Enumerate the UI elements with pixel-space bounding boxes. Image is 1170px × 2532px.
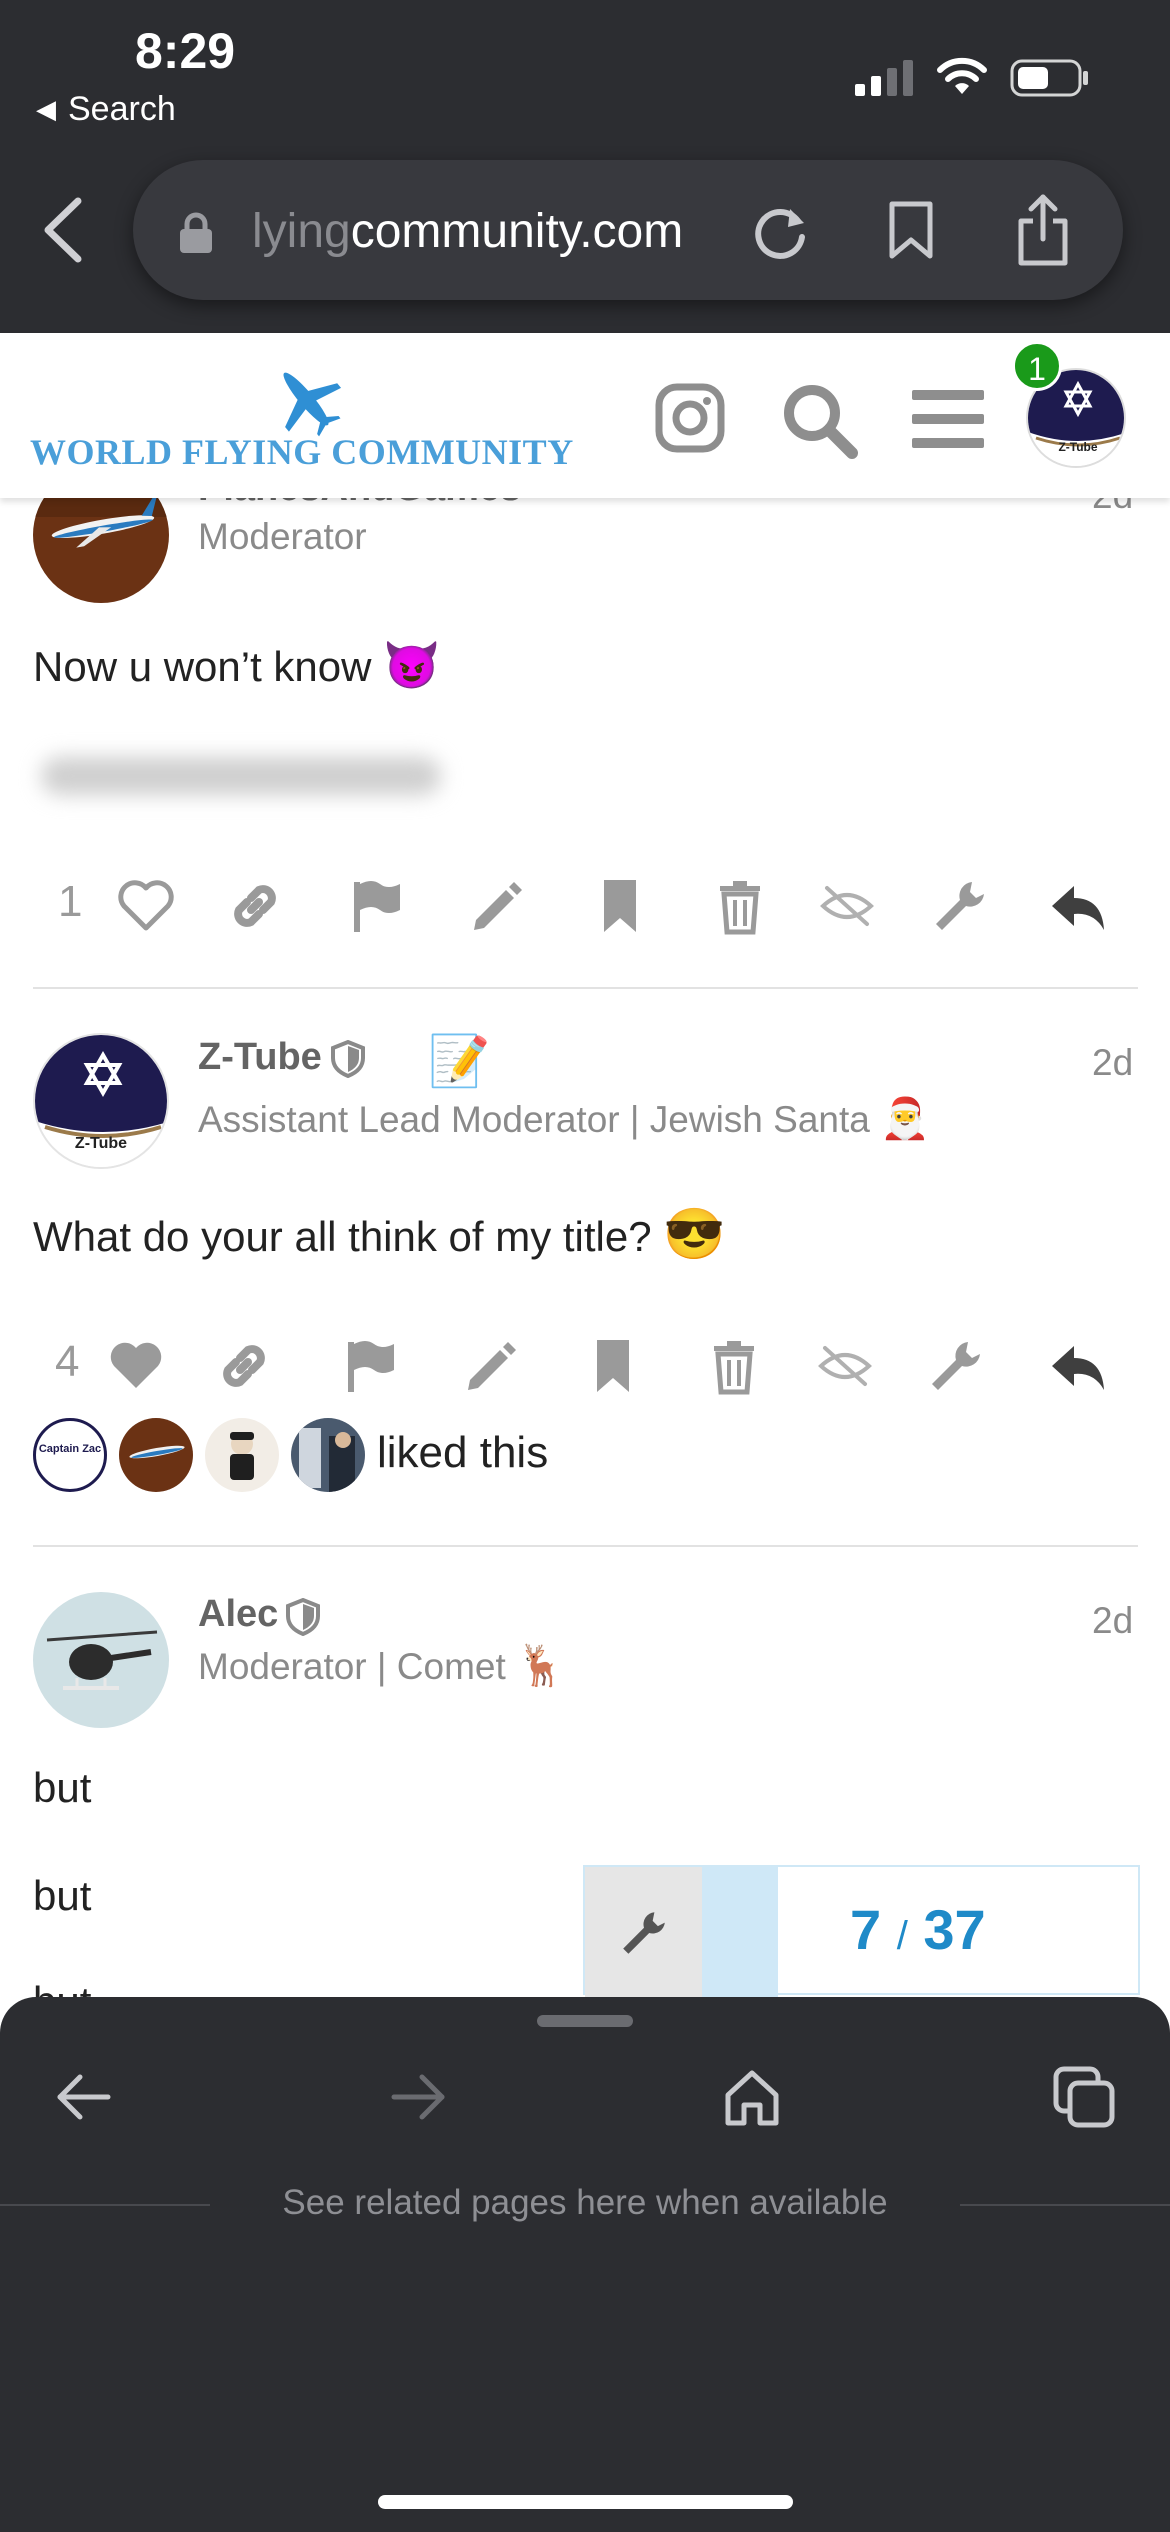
liker-avatar-label: Captain Zac [38, 1443, 102, 1455]
reply-icon[interactable] [1048, 1336, 1108, 1396]
site-header: WORLD FLYING COMMUNITY Z-Tube 1 [0, 333, 1170, 498]
url-faded-part: lying [252, 205, 351, 258]
total-post-count: 37 [923, 1898, 986, 1961]
like-heart-outline-icon[interactable] [116, 876, 176, 936]
user-title-text: Assistant Lead Moderator | Jewish Santa [198, 1099, 870, 1140]
post-text: Now u won’t know 😈 [33, 638, 440, 693]
site-logo-text[interactable]: WORLD FLYING COMMUNITY [30, 431, 574, 473]
like-count[interactable]: 1 [58, 877, 82, 927]
bookmark-icon[interactable] [590, 876, 650, 936]
delete-trash-icon[interactable] [710, 876, 770, 936]
current-post-number: 7 [850, 1898, 882, 1961]
url-text[interactable]: lyingcommunity.com [252, 204, 683, 259]
bookmarks-icon[interactable] [888, 200, 934, 260]
like-count[interactable]: 4 [55, 1337, 79, 1387]
smiling-imp-emoji: 😈 [383, 639, 441, 691]
blurred-spoiler[interactable] [33, 735, 443, 815]
post-user-title: Assistant Lead Moderator | Jewish Santa … [198, 1095, 930, 1142]
delete-trash-icon[interactable] [704, 1336, 764, 1396]
flag-icon[interactable] [346, 876, 406, 936]
link-icon[interactable] [225, 876, 285, 936]
helicopter-avatar-image [33, 1592, 169, 1728]
instagram-icon[interactable] [655, 383, 725, 453]
share-icon[interactable] [1015, 193, 1071, 267]
status-memo-emoji: 📝 [428, 1033, 491, 1089]
avatar[interactable]: Z-Tube [33, 1033, 169, 1169]
post-username[interactable]: Alec [198, 1593, 278, 1636]
reload-icon[interactable] [750, 203, 810, 263]
counter-separator: / [896, 1914, 908, 1958]
hide-eye-slash-icon[interactable] [817, 876, 877, 936]
people-liker-image [291, 1418, 365, 1492]
back-app-label: Search [68, 90, 176, 128]
browser-back-icon[interactable] [40, 195, 88, 265]
post-date[interactable]: 2d [1092, 1600, 1133, 1642]
url-main-part: community.com [350, 205, 684, 258]
header-avatar-label: Z-Tube [1058, 440, 1098, 454]
admin-wrench-icon [623, 1912, 665, 1954]
post-line: but [33, 1764, 92, 1811]
tabs-icon[interactable] [1052, 2065, 1116, 2129]
forward-arrow-icon[interactable] [386, 2065, 450, 2129]
search-icon[interactable] [780, 381, 860, 461]
post-position-counter: 7 / 37 [850, 1897, 986, 1962]
admin-wrench-icon[interactable] [926, 1336, 986, 1396]
post-user-title: Moderator [198, 516, 367, 557]
post-text: What do your all think of my title? 😎 [33, 1205, 726, 1264]
link-icon[interactable] [214, 1336, 274, 1396]
timeline-progress-bar [702, 1867, 778, 1997]
moderator-shield-icon [331, 1040, 365, 1078]
related-pages-text: See related pages here when available [282, 2183, 888, 2222]
admin-wrench-icon[interactable] [930, 876, 990, 936]
moderator-shield-icon [286, 1598, 320, 1636]
post-divider [33, 1545, 1138, 1547]
user-title-text: Moderator | Comet [198, 1646, 506, 1687]
sunglasses-emoji: 😎 [663, 1206, 726, 1262]
page: 8:29 ◀ Search lyingcommunity.com WORLD F… [0, 0, 1170, 2532]
hide-eye-slash-icon[interactable] [815, 1336, 875, 1396]
wifi-icon [937, 57, 987, 94]
hamburger-menu-icon[interactable] [912, 388, 984, 450]
home-icon[interactable] [720, 2065, 784, 2129]
timeline-admin-button[interactable] [585, 1867, 702, 1997]
reply-icon[interactable] [1048, 876, 1108, 936]
liked-this-text: liked this [377, 1428, 549, 1477]
post-user-title: Moderator | Comet 🦌 [198, 1642, 566, 1689]
post-divider [33, 987, 1138, 989]
home-indicator[interactable] [378, 2495, 793, 2509]
notification-badge[interactable]: 1 [1012, 341, 1062, 391]
bookmark-icon[interactable] [583, 1336, 643, 1396]
spoiler-blur-shape [41, 757, 441, 795]
airplane-logo-icon[interactable] [268, 361, 344, 437]
post-text-content: What do your all think of my title? [33, 1213, 652, 1260]
flag-icon[interactable] [340, 1336, 400, 1396]
post-line: but [33, 1872, 92, 1919]
liker-avatar[interactable] [119, 1418, 193, 1492]
avatar[interactable] [33, 1592, 169, 1728]
lock-icon [180, 212, 212, 253]
topic-timeline-widget[interactable]: 7 / 37 [583, 1865, 1140, 1997]
battery-icon [1010, 59, 1088, 97]
post-date[interactable]: 2d [1092, 1042, 1133, 1084]
status-time: 8:29 [135, 23, 236, 79]
back-to-app-link[interactable]: ◀ Search [36, 90, 176, 129]
like-heart-filled-icon[interactable] [106, 1336, 166, 1396]
avatar-label: Z-Tube [74, 1135, 128, 1152]
cell-signal-icon [855, 60, 913, 96]
browser-bottom-toolbar: See related pages here when available [0, 1997, 1170, 2532]
figurine-liker-image [205, 1418, 279, 1492]
liker-avatar[interactable] [205, 1418, 279, 1492]
liker-avatar[interactable] [291, 1418, 365, 1492]
santa-emoji: 🎅 [880, 1097, 930, 1141]
back-triangle-icon: ◀ [36, 94, 56, 124]
edit-pencil-icon[interactable] [466, 876, 526, 936]
post-username[interactable]: Z-Tube [198, 1036, 322, 1079]
back-arrow-icon[interactable] [52, 2065, 116, 2129]
edit-pencil-icon[interactable] [460, 1336, 520, 1396]
airplane-liker-image [119, 1418, 193, 1492]
post-text-content: Now u won’t know [33, 643, 372, 690]
deer-emoji: 🦌 [516, 1644, 566, 1688]
sheet-grabber-handle[interactable] [537, 2015, 633, 2027]
liker-avatar[interactable]: Captain Zac [33, 1418, 107, 1492]
